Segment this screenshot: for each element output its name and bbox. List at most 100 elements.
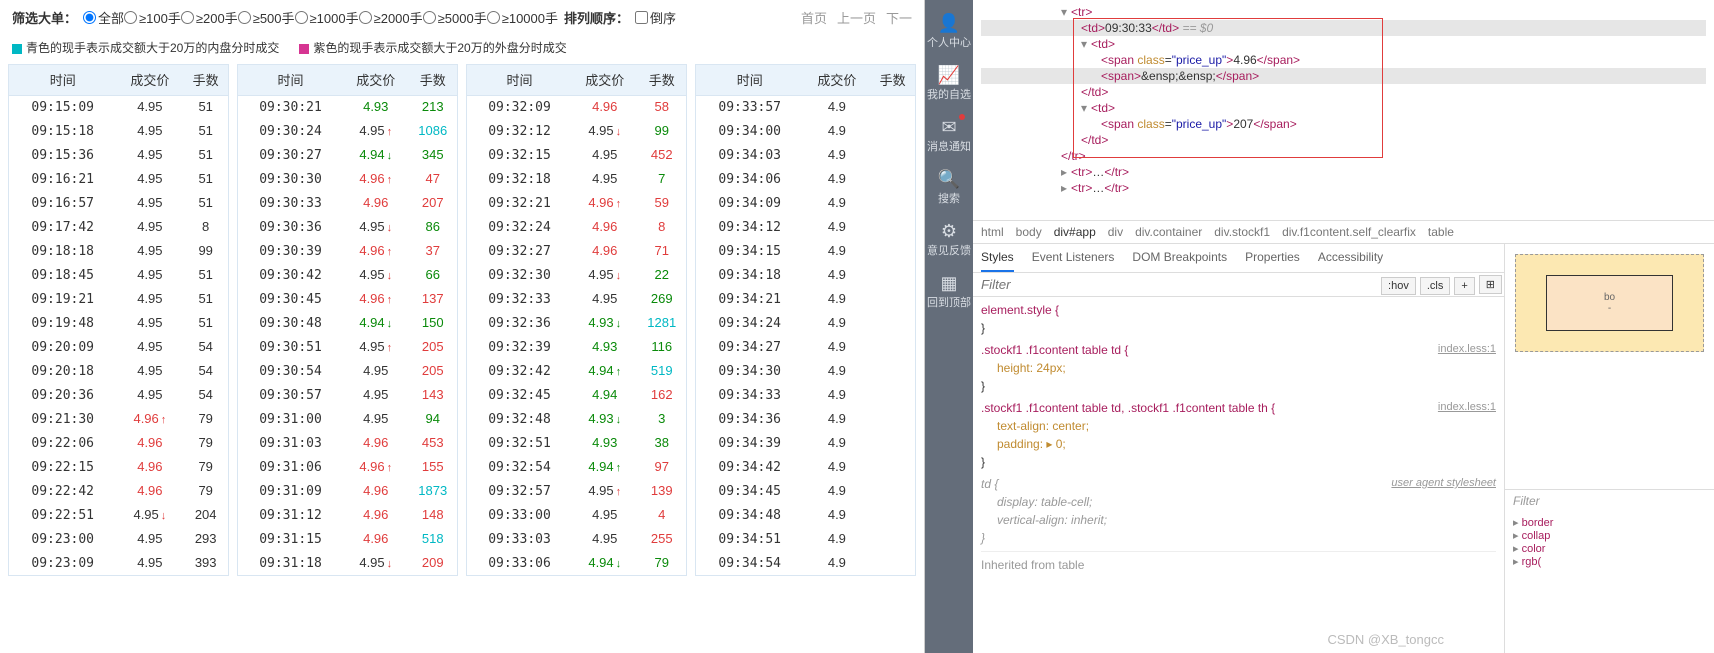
- crumb[interactable]: div: [1108, 225, 1123, 239]
- table-row: 09:32:124.95↓99: [467, 119, 686, 143]
- table-row: 09:33:034.95255: [467, 527, 686, 551]
- box-model: bo-: [1505, 244, 1714, 489]
- styles-panel[interactable]: element.style {} index.less:1.stockf1 .f…: [973, 297, 1504, 653]
- computed-props: ▸ border▸ collap▸ color▸ rgb(: [1505, 512, 1714, 572]
- table-row: 09:32:424.94↑519: [467, 359, 686, 383]
- crumb[interactable]: html: [981, 225, 1004, 239]
- table-row: 09:30:394.96↑37: [238, 239, 457, 263]
- table-row: 09:34:334.9: [696, 383, 915, 407]
- table-row: 09:33:004.954: [467, 503, 686, 527]
- col-header: 手数: [183, 65, 228, 95]
- nav-first[interactable]: 首页: [801, 8, 827, 27]
- crumb[interactable]: div#app: [1054, 225, 1096, 239]
- breadcrumb[interactable]: html body div#app div div.container div.stock…: [973, 220, 1714, 244]
- legend-cyan-text: 青色的现手表示成交额大于20万的内盘分时成交: [26, 41, 279, 55]
- col-header: 成交价: [343, 65, 408, 95]
- toggle-styles-icon[interactable]: ⊞: [1479, 275, 1502, 294]
- table-row: 09:30:334.96207: [238, 191, 457, 215]
- table-row: 09:32:274.9671: [467, 239, 686, 263]
- col-header: 时间: [696, 65, 803, 95]
- table-row: 09:16:214.9551: [9, 167, 228, 191]
- sidebar-item[interactable]: ▦回到顶部: [925, 266, 973, 318]
- table-row: 09:34:454.9: [696, 479, 915, 503]
- table-row: 09:15:184.9551: [9, 119, 228, 143]
- filter-label: 筛选大单：: [12, 8, 77, 27]
- devtools-tab[interactable]: DOM Breakpoints: [1132, 244, 1227, 272]
- col-header: 手数: [408, 65, 457, 95]
- table-row: 09:33:574.9: [696, 95, 915, 119]
- table-row: 09:34:394.9: [696, 431, 915, 455]
- col-header: 时间: [9, 65, 116, 95]
- dom-tree[interactable]: ▾<tr> <td>09:30:33</td> == $0 ▾<td> <spa…: [973, 0, 1714, 220]
- nav-next[interactable]: 下一: [886, 8, 912, 27]
- table-row: 09:34:214.9: [696, 287, 915, 311]
- styles-filter-btn[interactable]: +: [1454, 277, 1474, 295]
- sidebar-icon: 👤: [925, 14, 973, 32]
- tick-table: 时间成交价手数09:15:094.955109:15:184.955109:15…: [9, 65, 228, 575]
- filter-option[interactable]: ≥5000手: [423, 8, 487, 27]
- table-row: 09:32:154.95452: [467, 143, 686, 167]
- devtools-tab[interactable]: Styles: [981, 244, 1014, 272]
- crumb[interactable]: body: [1016, 225, 1042, 239]
- table-row: 09:30:214.93213: [238, 95, 457, 119]
- side-toolbar: 👤个人中心📈我的自选✉消息通知🔍搜索⚙意见反馈▦回到顶部: [925, 0, 973, 653]
- crumb[interactable]: div.stockf1: [1214, 225, 1270, 239]
- table-row: 09:30:544.95205: [238, 359, 457, 383]
- table-row: 09:31:124.96148: [238, 503, 457, 527]
- stock-page: 筛选大单： 全部 ≥100手 ≥200手 ≥500手 ≥1000手 ≥2000手…: [0, 0, 925, 653]
- watermark: CSDN @XB_tongcc: [1327, 632, 1444, 647]
- col-header: 时间: [238, 65, 343, 95]
- table-row: 09:34:304.9: [696, 359, 915, 383]
- sort-label: 排列顺序：: [564, 8, 629, 27]
- table-row: 09:31:004.9594: [238, 407, 457, 431]
- tables-container: 时间成交价手数09:15:094.955109:15:184.955109:15…: [0, 64, 924, 576]
- styles-filter-btn[interactable]: .cls: [1420, 277, 1451, 295]
- table-row: 09:34:544.9: [696, 551, 915, 575]
- devtools-tab[interactable]: Properties: [1245, 244, 1300, 272]
- computed-panel: bo- Filter ▸ border▸ collap▸ color▸ rgb(: [1504, 244, 1714, 653]
- table-row: 09:17:424.958: [9, 215, 228, 239]
- pagination: 首页 上一页 下一: [801, 8, 912, 27]
- table-row: 09:21:304.96↑79: [9, 407, 228, 431]
- styles-filter-input[interactable]: [973, 273, 1379, 296]
- col-header: 时间: [467, 65, 572, 95]
- table-row: 09:20:364.9554: [9, 383, 228, 407]
- table-row: 09:31:064.96↑155: [238, 455, 457, 479]
- sidebar-item[interactable]: 🔍搜索: [925, 162, 973, 214]
- table-row: 09:34:004.9: [696, 119, 915, 143]
- crumb[interactable]: div.f1content.self_clearfix: [1282, 225, 1416, 239]
- sidebar-item[interactable]: ⚙意见反馈: [925, 214, 973, 266]
- sidebar-icon: ▦: [925, 274, 973, 292]
- crumb[interactable]: table: [1428, 225, 1454, 239]
- sort-checkbox[interactable]: 倒序: [635, 8, 676, 27]
- computed-filter[interactable]: Filter: [1505, 489, 1714, 512]
- filter-option[interactable]: ≥2000手: [359, 8, 423, 27]
- table-row: 09:30:574.95143: [238, 383, 457, 407]
- table-row: 09:34:124.9: [696, 215, 915, 239]
- table-row: 09:18:454.9551: [9, 263, 228, 287]
- filter-option[interactable]: ≥10000手: [487, 8, 558, 27]
- table-row: 09:34:274.9: [696, 335, 915, 359]
- sidebar-item[interactable]: 📈我的自选: [925, 58, 973, 110]
- filter-option[interactable]: ≥1000手: [295, 8, 359, 27]
- filter-option[interactable]: ≥200手: [181, 8, 238, 27]
- filter-option[interactable]: ≥100手: [124, 8, 181, 27]
- col-header: 手数: [870, 65, 915, 95]
- table-row: 09:15:094.9551: [9, 95, 228, 119]
- filter-bar: 筛选大单： 全部 ≥100手 ≥200手 ≥500手 ≥1000手 ≥2000手…: [0, 0, 924, 35]
- crumb[interactable]: div.container: [1135, 225, 1202, 239]
- nav-prev[interactable]: 上一页: [837, 8, 876, 27]
- filter-option[interactable]: 全部: [83, 8, 124, 27]
- styles-filter-btn[interactable]: :hov: [1381, 277, 1416, 295]
- table-row: 09:19:214.9551: [9, 287, 228, 311]
- devtools-tab[interactable]: Event Listeners: [1032, 244, 1115, 272]
- styles-tabs: Styles Event Listeners DOM Breakpoints Prop…: [973, 244, 1504, 273]
- sidebar-item[interactable]: ✉消息通知: [925, 110, 973, 162]
- table-row: 09:32:244.968: [467, 215, 686, 239]
- table-row: 09:34:364.9: [696, 407, 915, 431]
- filter-option[interactable]: ≥500手: [238, 8, 295, 27]
- table-row: 09:18:184.9599: [9, 239, 228, 263]
- sidebar-item[interactable]: 👤个人中心: [925, 6, 973, 58]
- devtools-tab[interactable]: Accessibility: [1318, 244, 1383, 272]
- col-header: 手数: [637, 65, 686, 95]
